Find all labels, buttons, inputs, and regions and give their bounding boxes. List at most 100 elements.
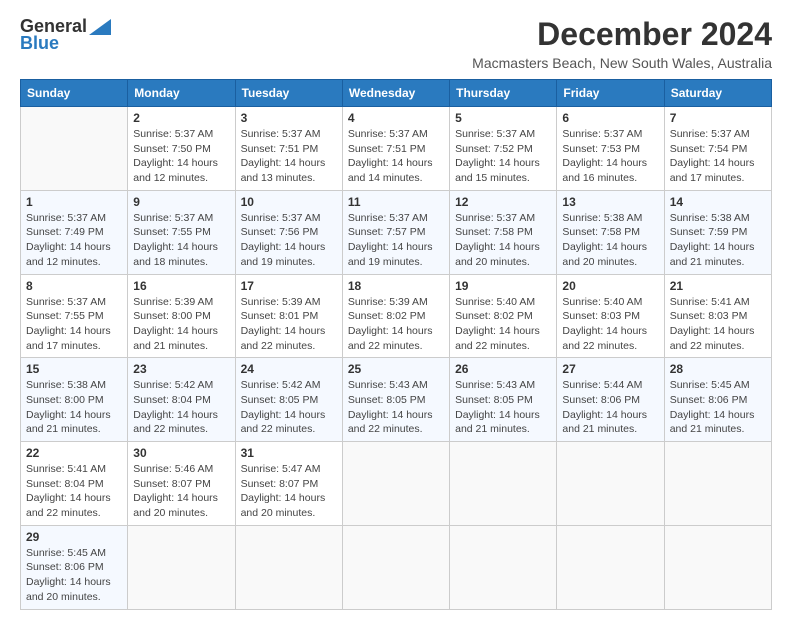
sunrise-text: Sunrise: 5:37 AM <box>455 212 535 224</box>
calendar-cell: 29 Sunrise: 5:45 AM Sunset: 8:06 PM Dayl… <box>21 525 128 609</box>
calendar-cell: 21 Sunrise: 5:41 AM Sunset: 8:03 PM Dayl… <box>664 274 771 358</box>
sunrise-text: Sunrise: 5:46 AM <box>133 463 213 475</box>
day-info: Sunrise: 5:42 AM Sunset: 8:05 PM Dayligh… <box>241 378 337 437</box>
calendar-table: Sunday Monday Tuesday Wednesday Thursday… <box>20 79 772 610</box>
day-info: Sunrise: 5:43 AM Sunset: 8:05 PM Dayligh… <box>455 378 551 437</box>
day-number: 25 <box>348 362 444 376</box>
sunrise-text: Sunrise: 5:47 AM <box>241 463 321 475</box>
sunset-text: Sunset: 8:06 PM <box>562 394 640 406</box>
daylight-text: Daylight: 14 hours and 20 minutes. <box>26 576 111 603</box>
day-number: 9 <box>133 195 229 209</box>
daylight-text: Daylight: 14 hours and 21 minutes. <box>670 409 755 436</box>
day-number: 3 <box>241 111 337 125</box>
sunset-text: Sunset: 8:06 PM <box>26 561 104 573</box>
calendar-row-3: 15 Sunrise: 5:38 AM Sunset: 8:00 PM Dayl… <box>21 358 772 442</box>
calendar-cell: 9 Sunrise: 5:37 AM Sunset: 7:55 PM Dayli… <box>128 190 235 274</box>
day-number: 14 <box>670 195 766 209</box>
calendar-cell <box>664 525 771 609</box>
daylight-text: Daylight: 14 hours and 17 minutes. <box>26 325 111 352</box>
daylight-text: Daylight: 14 hours and 16 minutes. <box>562 157 647 184</box>
day-info: Sunrise: 5:37 AM Sunset: 7:56 PM Dayligh… <box>241 211 337 270</box>
sunrise-text: Sunrise: 5:44 AM <box>562 379 642 391</box>
calendar-cell: 22 Sunrise: 5:41 AM Sunset: 8:04 PM Dayl… <box>21 442 128 526</box>
day-info: Sunrise: 5:41 AM Sunset: 8:04 PM Dayligh… <box>26 462 122 521</box>
daylight-text: Daylight: 14 hours and 21 minutes. <box>26 409 111 436</box>
calendar-cell: 30 Sunrise: 5:46 AM Sunset: 8:07 PM Dayl… <box>128 442 235 526</box>
day-info: Sunrise: 5:37 AM Sunset: 7:54 PM Dayligh… <box>670 127 766 186</box>
calendar-cell: 25 Sunrise: 5:43 AM Sunset: 8:05 PM Dayl… <box>342 358 449 442</box>
sunrise-text: Sunrise: 5:40 AM <box>562 296 642 308</box>
sunrise-text: Sunrise: 5:37 AM <box>241 128 321 140</box>
daylight-text: Daylight: 14 hours and 15 minutes. <box>455 157 540 184</box>
day-info: Sunrise: 5:38 AM Sunset: 7:58 PM Dayligh… <box>562 211 658 270</box>
day-info: Sunrise: 5:37 AM Sunset: 7:57 PM Dayligh… <box>348 211 444 270</box>
day-info: Sunrise: 5:39 AM Sunset: 8:00 PM Dayligh… <box>133 295 229 354</box>
calendar-cell: 11 Sunrise: 5:37 AM Sunset: 7:57 PM Dayl… <box>342 190 449 274</box>
sunrise-text: Sunrise: 5:45 AM <box>26 547 106 559</box>
day-number: 6 <box>562 111 658 125</box>
day-info: Sunrise: 5:46 AM Sunset: 8:07 PM Dayligh… <box>133 462 229 521</box>
sunrise-text: Sunrise: 5:41 AM <box>670 296 750 308</box>
sunset-text: Sunset: 8:05 PM <box>241 394 319 406</box>
header-saturday: Saturday <box>664 80 771 107</box>
sunset-text: Sunset: 7:57 PM <box>348 226 426 238</box>
daylight-text: Daylight: 14 hours and 21 minutes. <box>455 409 540 436</box>
day-info: Sunrise: 5:37 AM Sunset: 7:51 PM Dayligh… <box>241 127 337 186</box>
day-number: 30 <box>133 446 229 460</box>
day-number: 16 <box>133 279 229 293</box>
day-number: 21 <box>670 279 766 293</box>
header-monday: Monday <box>128 80 235 107</box>
sunrise-text: Sunrise: 5:38 AM <box>670 212 750 224</box>
day-info: Sunrise: 5:45 AM Sunset: 8:06 PM Dayligh… <box>26 546 122 605</box>
day-info: Sunrise: 5:40 AM Sunset: 8:02 PM Dayligh… <box>455 295 551 354</box>
daylight-text: Daylight: 14 hours and 20 minutes. <box>133 492 218 519</box>
day-number: 11 <box>348 195 444 209</box>
daylight-text: Daylight: 14 hours and 20 minutes. <box>241 492 326 519</box>
day-number: 31 <box>241 446 337 460</box>
calendar-cell <box>557 525 664 609</box>
calendar-cell: 19 Sunrise: 5:40 AM Sunset: 8:02 PM Dayl… <box>450 274 557 358</box>
calendar-cell: 14 Sunrise: 5:38 AM Sunset: 7:59 PM Dayl… <box>664 190 771 274</box>
calendar-row-2: 8 Sunrise: 5:37 AM Sunset: 7:55 PM Dayli… <box>21 274 772 358</box>
calendar-cell: 3 Sunrise: 5:37 AM Sunset: 7:51 PM Dayli… <box>235 107 342 191</box>
sunrise-text: Sunrise: 5:37 AM <box>348 212 428 224</box>
sunset-text: Sunset: 8:07 PM <box>133 478 211 490</box>
day-info: Sunrise: 5:39 AM Sunset: 8:02 PM Dayligh… <box>348 295 444 354</box>
sunrise-text: Sunrise: 5:37 AM <box>133 128 213 140</box>
sunrise-text: Sunrise: 5:45 AM <box>670 379 750 391</box>
calendar-cell: 7 Sunrise: 5:37 AM Sunset: 7:54 PM Dayli… <box>664 107 771 191</box>
sunrise-text: Sunrise: 5:43 AM <box>348 379 428 391</box>
header-wednesday: Wednesday <box>342 80 449 107</box>
calendar-cell: 10 Sunrise: 5:37 AM Sunset: 7:56 PM Dayl… <box>235 190 342 274</box>
day-number: 20 <box>562 279 658 293</box>
sunset-text: Sunset: 7:50 PM <box>133 143 211 155</box>
day-info: Sunrise: 5:37 AM Sunset: 7:50 PM Dayligh… <box>133 127 229 186</box>
day-info: Sunrise: 5:37 AM Sunset: 7:55 PM Dayligh… <box>133 211 229 270</box>
daylight-text: Daylight: 14 hours and 22 minutes. <box>348 325 433 352</box>
daylight-text: Daylight: 14 hours and 22 minutes. <box>241 409 326 436</box>
sunset-text: Sunset: 8:05 PM <box>455 394 533 406</box>
daylight-text: Daylight: 14 hours and 14 minutes. <box>348 157 433 184</box>
daylight-text: Daylight: 14 hours and 13 minutes. <box>241 157 326 184</box>
calendar-cell: 1 Sunrise: 5:37 AM Sunset: 7:49 PM Dayli… <box>21 190 128 274</box>
calendar-cell: 17 Sunrise: 5:39 AM Sunset: 8:01 PM Dayl… <box>235 274 342 358</box>
day-info: Sunrise: 5:37 AM Sunset: 7:49 PM Dayligh… <box>26 211 122 270</box>
sunset-text: Sunset: 7:51 PM <box>348 143 426 155</box>
calendar-cell <box>128 525 235 609</box>
calendar-cell: 20 Sunrise: 5:40 AM Sunset: 8:03 PM Dayl… <box>557 274 664 358</box>
sunrise-text: Sunrise: 5:39 AM <box>133 296 213 308</box>
daylight-text: Daylight: 14 hours and 22 minutes. <box>455 325 540 352</box>
sunset-text: Sunset: 7:55 PM <box>26 310 104 322</box>
logo-icon <box>89 19 111 35</box>
month-title: December 2024 <box>472 16 772 53</box>
day-number: 24 <box>241 362 337 376</box>
day-number: 26 <box>455 362 551 376</box>
calendar-cell: 8 Sunrise: 5:37 AM Sunset: 7:55 PM Dayli… <box>21 274 128 358</box>
calendar-cell: 27 Sunrise: 5:44 AM Sunset: 8:06 PM Dayl… <box>557 358 664 442</box>
calendar-cell: 5 Sunrise: 5:37 AM Sunset: 7:52 PM Dayli… <box>450 107 557 191</box>
daylight-text: Daylight: 14 hours and 12 minutes. <box>26 241 111 268</box>
calendar-cell: 28 Sunrise: 5:45 AM Sunset: 8:06 PM Dayl… <box>664 358 771 442</box>
sunset-text: Sunset: 8:04 PM <box>133 394 211 406</box>
day-number: 29 <box>26 530 122 544</box>
calendar-cell: 12 Sunrise: 5:37 AM Sunset: 7:58 PM Dayl… <box>450 190 557 274</box>
